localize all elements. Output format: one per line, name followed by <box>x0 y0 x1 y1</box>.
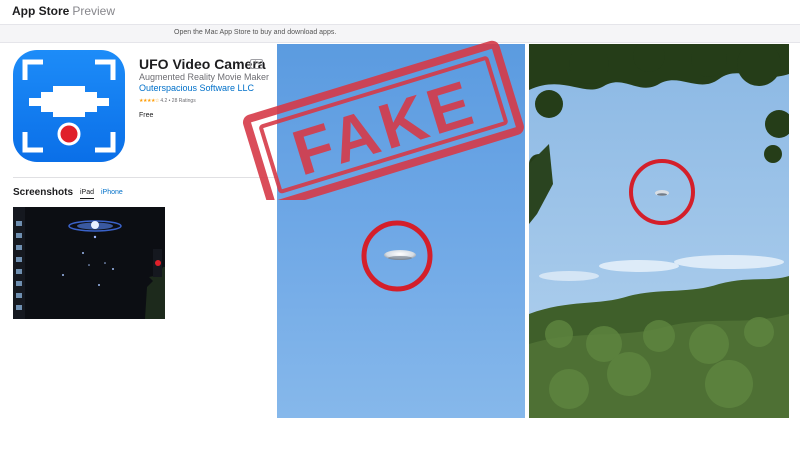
app-screenshot-thumbnail[interactable] <box>13 207 165 319</box>
record-icon <box>57 122 81 146</box>
ufo-icon <box>29 86 109 117</box>
banner-text: Open the Mac App Store to buy and downlo… <box>174 29 337 36</box>
screenshots-heading: Screenshots <box>13 187 74 198</box>
viewfinder-corner-icon <box>95 132 116 153</box>
preview-label: Preview <box>72 4 116 18</box>
viewfinder-corner-icon <box>22 132 43 153</box>
price-label: Free <box>139 112 154 119</box>
viewfinder-corner-icon <box>95 59 116 80</box>
rating-text: 4.2 • 28 Ratings <box>160 98 196 104</box>
app-store-brand[interactable]: App Store Preview <box>12 4 115 18</box>
tab-iphone[interactable]: iPhone <box>101 189 123 196</box>
ufo-camera-app-icon <box>13 50 125 162</box>
top-bar: App Store Preview <box>0 0 800 24</box>
viewfinder-corner-icon <box>22 59 43 80</box>
rating: ★★★★☆ 4.2 • 28 Ratings <box>139 98 196 104</box>
store-label: App Store <box>12 4 70 18</box>
fake-stamp: FAKE <box>232 40 532 209</box>
star-rating-icon: ★★★★☆ <box>139 98 159 104</box>
ufo-trees-photo <box>529 44 789 418</box>
tab-ipad[interactable]: iPad <box>80 189 95 199</box>
